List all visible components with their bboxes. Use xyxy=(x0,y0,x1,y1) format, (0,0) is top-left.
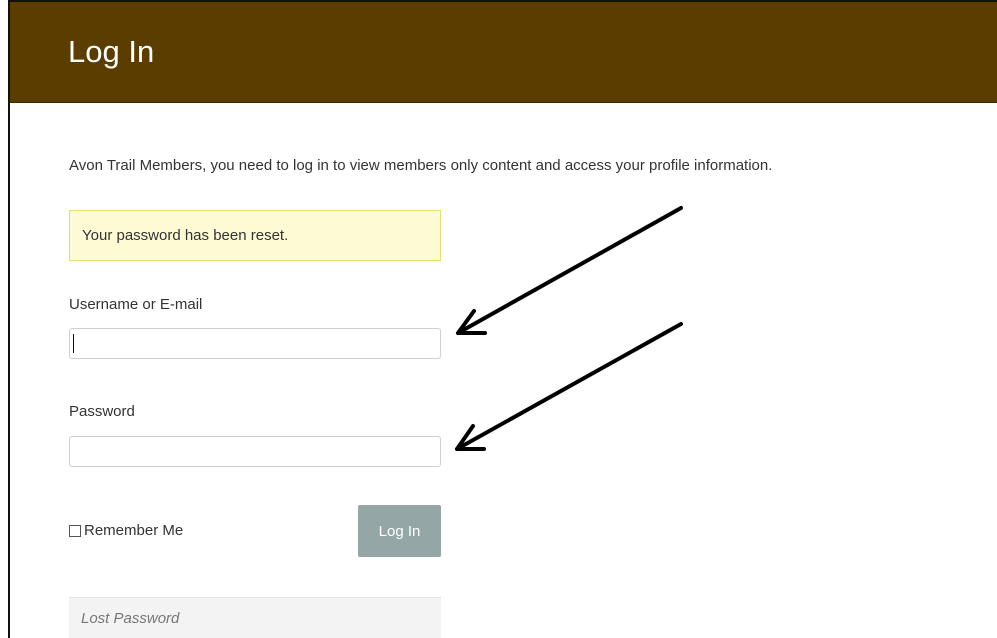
password-reset-notice: Your password has been reset. xyxy=(69,210,441,261)
lost-password-section: Lost Password xyxy=(69,597,441,638)
text-cursor xyxy=(73,334,74,353)
notice-message: Your password has been reset. xyxy=(82,227,289,244)
page-title: Log In xyxy=(68,34,155,69)
lost-password-link[interactable]: Lost Password xyxy=(81,610,179,627)
login-button[interactable]: Log In xyxy=(358,505,441,557)
username-input[interactable] xyxy=(69,328,441,359)
remember-me-label: Remember Me xyxy=(84,522,184,539)
password-input[interactable] xyxy=(69,436,441,467)
username-label: Username or E-mail xyxy=(69,296,203,313)
page-header: Log In xyxy=(10,2,997,103)
remember-me-option[interactable]: Remember Me xyxy=(69,522,183,539)
remember-me-checkbox[interactable] xyxy=(69,524,81,537)
password-label: Password xyxy=(69,403,135,420)
intro-text: Avon Trail Members, you need to log in t… xyxy=(69,157,773,174)
page-frame: Log In Avon Trail Members, you need to l… xyxy=(8,0,997,638)
